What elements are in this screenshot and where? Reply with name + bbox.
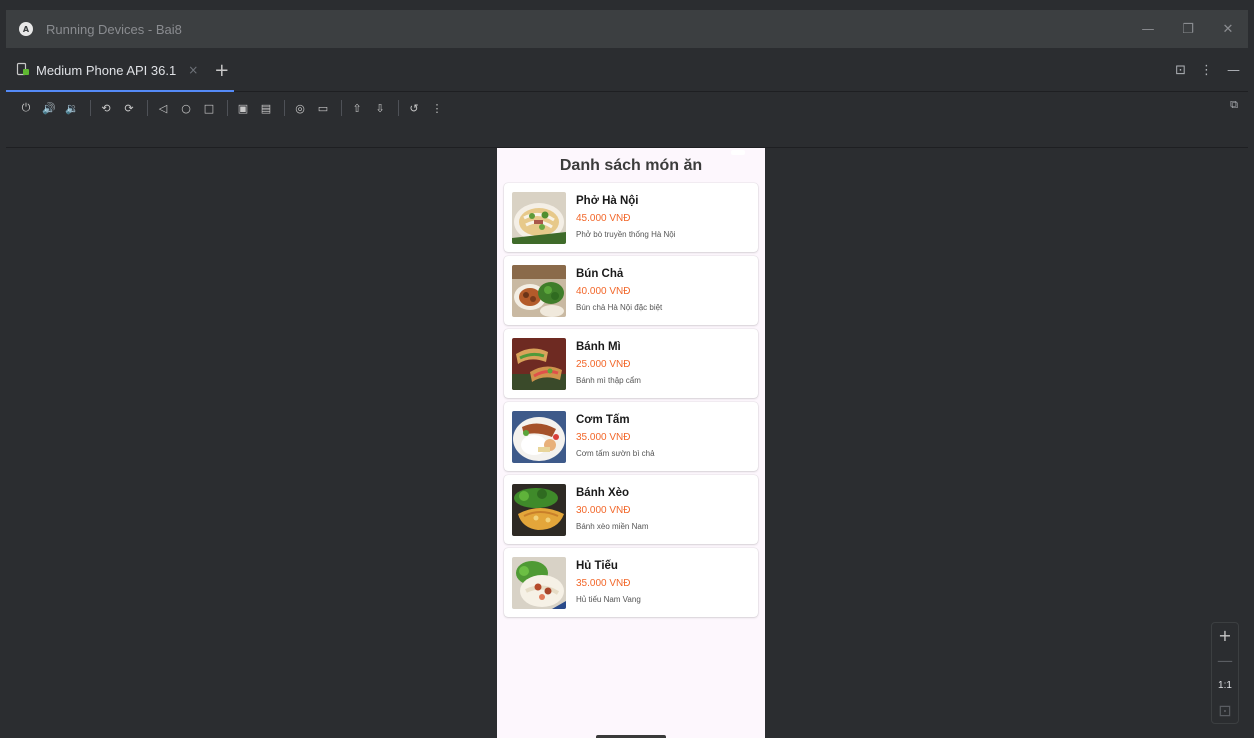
food-name: Hủ Tiếu (576, 560, 618, 572)
zoom-actual-size-button[interactable]: 1:1 (1211, 673, 1239, 698)
tab-close-icon[interactable]: × (188, 63, 198, 77)
battery-icon (731, 150, 745, 155)
food-image-pho (512, 192, 566, 244)
android-studio-logo-icon: A (19, 22, 33, 36)
device-icon (16, 62, 30, 79)
screen-record-icon[interactable]: ▭ (313, 98, 333, 118)
tab-actions: ⊡ ⋮ — (1175, 48, 1248, 92)
food-image-bun-cha (512, 265, 566, 317)
food-item-bun-cha[interactable]: Bún Chả 40.000 VNĐ Bún chả Hà Nội đặc bi… (504, 256, 758, 325)
zoom-out-icon[interactable]: — (1211, 648, 1239, 673)
add-tab-icon[interactable]: + (214, 60, 229, 81)
tab-label: Medium Phone API 36.1 (36, 62, 177, 78)
food-image-com-tam (512, 411, 566, 463)
rotate-left-icon[interactable]: ⟲ (96, 98, 116, 118)
food-price: 45.000 VNĐ (576, 213, 631, 224)
device-toolbar: ⏻ 🔊 🔉 ⟲ ⟳ ◁ ○ □ ▣ ▤ ◎ ▭ ⇧ ⇩ ↺ ⋮ ⧉ (6, 92, 1248, 124)
tab-medium-phone[interactable]: Medium Phone API 36.1 × + (6, 48, 234, 92)
food-item-banh-mi[interactable]: Bánh Mì 25.000 VNĐ Bánh mì thập cẩm (504, 329, 758, 398)
toolbar-separator (227, 100, 228, 116)
food-price: 30.000 VNĐ (576, 505, 631, 516)
home-icon[interactable]: ○ (176, 98, 196, 118)
title-bar: A Running Devices - Bai8 — ❐ ✕ (6, 10, 1248, 48)
upload-icon[interactable]: ⇧ (347, 98, 367, 118)
zoom-controls: + — 1:1 ⊡ (1211, 622, 1239, 724)
mirror-icon[interactable]: ▤ (256, 98, 276, 118)
toolbar-separator (398, 100, 399, 116)
food-name: Phở Hà Nội (576, 195, 639, 207)
food-item-hu-tieu[interactable]: Hủ Tiếu 35.000 VNĐ Hủ tiếu Nam Vang (504, 548, 758, 617)
reset-icon[interactable]: ↺ (404, 98, 424, 118)
food-description: Bánh mì thập cẩm (576, 376, 641, 385)
food-list: Phở Hà Nội 45.000 VNĐ Phở bò truyền thốn… (504, 183, 758, 621)
device-frame-icon[interactable]: ▣ (233, 98, 253, 118)
volume-down-icon[interactable]: 🔉 (62, 98, 82, 118)
download-icon[interactable]: ⇩ (370, 98, 390, 118)
phone-screen[interactable]: Danh sách món ăn Phở Hà Nội 45.000 VNĐ P… (497, 148, 765, 738)
food-description: Bún chả Hà Nội đặc biệt (576, 303, 663, 312)
toolbar-separator (284, 100, 285, 116)
page-title: Danh sách món ăn (559, 157, 703, 174)
restore-icon[interactable]: ❐ (1168, 22, 1208, 37)
food-name: Bánh Xèo (576, 487, 630, 499)
food-image-banh-mi (512, 338, 566, 390)
window-title: Running Devices - Bai8 (46, 21, 182, 37)
volume-up-icon[interactable]: 🔊 (39, 98, 59, 118)
food-price: 35.000 VNĐ (576, 578, 631, 589)
zoom-in-icon[interactable]: + (1211, 623, 1239, 648)
food-price: 25.000 VNĐ (576, 359, 631, 370)
zoom-fit-icon[interactable]: ⊡ (1211, 698, 1239, 723)
food-price: 35.000 VNĐ (576, 432, 631, 443)
food-name: Bún Chả (576, 268, 624, 280)
food-description: Bánh xèo miền Nam (576, 522, 649, 531)
food-description: Hủ tiếu Nam Vang (576, 595, 641, 604)
toolbar-separator (341, 100, 342, 116)
food-price: 40.000 VNĐ (576, 286, 631, 297)
device-tab-bar: Medium Phone API 36.1 × + ⊡ ⋮ — (6, 48, 1248, 92)
food-name: Bánh Mì (576, 341, 621, 353)
options-icon[interactable]: ⋮ (1200, 63, 1213, 78)
toolbar-separator (90, 100, 91, 116)
food-item-com-tam[interactable]: Cơm Tấm 35.000 VNĐ Cơm tấm sườn bì chả (504, 402, 758, 471)
food-description: Phở bò truyền thống Hà Nội (576, 230, 676, 239)
hide-panel-icon[interactable]: — (1227, 63, 1240, 78)
back-icon[interactable]: ◁ (153, 98, 173, 118)
food-description: Cơm tấm sườn bì chả (576, 449, 655, 458)
embed-icon[interactable]: ⊡ (1175, 63, 1186, 78)
more-icon[interactable]: ⋮ (427, 98, 447, 118)
power-icon[interactable]: ⏻ (16, 98, 36, 118)
window-controls: — ❐ ✕ (1128, 10, 1248, 48)
overview-icon[interactable]: □ (199, 98, 219, 118)
minimize-icon[interactable]: — (1128, 22, 1168, 37)
food-item-pho-ha-noi[interactable]: Phở Hà Nội 45.000 VNĐ Phở bò truyền thốn… (504, 183, 758, 252)
food-name: Cơm Tấm (576, 414, 630, 426)
rotate-right-icon[interactable]: ⟳ (119, 98, 139, 118)
close-icon[interactable]: ✕ (1208, 22, 1248, 37)
food-item-banh-xeo[interactable]: Bánh Xèo 30.000 VNĐ Bánh xèo miền Nam (504, 475, 758, 544)
food-image-banh-xeo (512, 484, 566, 536)
device-inspector-icon[interactable]: ⧉ (1230, 98, 1238, 112)
screenshot-icon[interactable]: ◎ (290, 98, 310, 118)
food-image-hu-tieu (512, 557, 566, 609)
android-studio-window: A Running Devices - Bai8 — ❐ ✕ Medium Ph… (0, 0, 1254, 738)
toolbar-separator (147, 100, 148, 116)
